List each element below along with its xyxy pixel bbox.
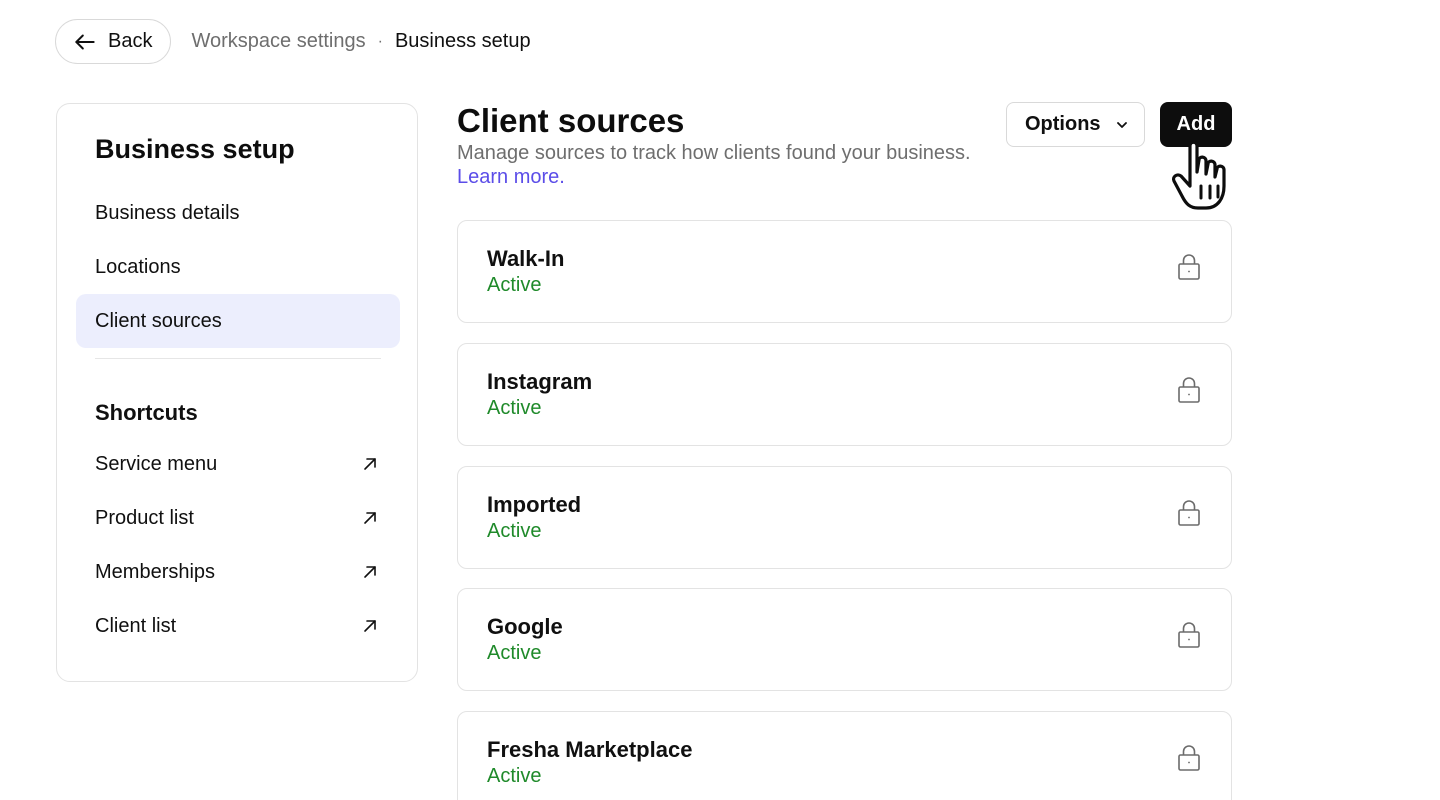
source-card-walk-in[interactable]: Walk-In Active [457, 220, 1232, 323]
breadcrumb-separator: · [377, 32, 383, 50]
page-subtitle: Manage sources to track how clients foun… [457, 142, 971, 164]
options-label: Options [1025, 113, 1101, 135]
shortcut-label: Memberships [95, 560, 216, 583]
source-card-instagram[interactable]: Instagram Active [457, 343, 1232, 446]
source-status: Active [487, 765, 542, 787]
source-status: Active [487, 274, 542, 296]
chevron-down-icon [1116, 121, 1127, 128]
source-status: Active [487, 520, 542, 542]
back-label: Back [108, 30, 153, 52]
shortcut-label: Product list [95, 506, 194, 529]
sidebar-item-label: Client sources [95, 309, 222, 332]
sidebar-item-label: Business details [95, 201, 240, 224]
lock-icon [1178, 745, 1200, 771]
lock-icon [1178, 622, 1200, 648]
options-dropdown-button[interactable]: Options [1006, 102, 1145, 147]
external-link-arrow-icon [364, 620, 376, 632]
source-card-fresha-marketplace[interactable]: Fresha Marketplace Active [457, 711, 1232, 800]
shortcut-service-menu[interactable]: Service menu [76, 439, 400, 489]
source-name: Google [487, 614, 563, 639]
learn-more-link[interactable]: Learn more. [457, 166, 565, 189]
source-name: Fresha Marketplace [487, 737, 693, 762]
external-link-arrow-icon [364, 458, 376, 470]
shortcut-label: Service menu [95, 452, 218, 475]
breadcrumb-parent[interactable]: Workspace settings [191, 30, 365, 53]
source-name: Walk-In [487, 246, 565, 271]
sidebar-item-label: Locations [95, 255, 181, 278]
shortcut-product-list[interactable]: Product list [76, 493, 400, 543]
external-link-arrow-icon [364, 566, 376, 578]
settings-sidebar: Business setup Business details Location… [56, 103, 418, 682]
source-name: Imported [487, 492, 582, 517]
lock-icon [1178, 254, 1200, 280]
shortcut-label: Client list [95, 614, 177, 637]
sidebar-item-locations[interactable]: Locations [76, 240, 400, 294]
add-label: Add [1176, 113, 1216, 135]
shortcut-client-list[interactable]: Client list [76, 601, 400, 651]
breadcrumb-current: Business setup [394, 30, 531, 52]
hand-pointer-cursor-icon [1171, 140, 1226, 210]
source-status: Active [487, 397, 542, 419]
breadcrumb: Workspace settings · Business setup [191, 30, 530, 53]
external-link-arrow-icon [364, 512, 376, 524]
topbar: Back Workspace settings · Business setup [55, 19, 531, 64]
lock-icon [1178, 500, 1200, 526]
sidebar-item-client-sources[interactable]: Client sources [76, 294, 400, 348]
source-card-google[interactable]: Google Active [457, 588, 1232, 691]
page-title: Client sources [457, 102, 685, 139]
arrow-left-icon [75, 34, 95, 49]
sidebar-title: Business setup [95, 134, 295, 164]
shortcut-memberships[interactable]: Memberships [76, 547, 400, 597]
source-card-imported[interactable]: Imported Active [457, 466, 1232, 569]
lock-icon [1178, 377, 1200, 403]
source-status: Active [487, 642, 542, 664]
page: Back Workspace settings · Business setup… [0, 0, 1440, 800]
shortcuts-title: Shortcuts [95, 400, 198, 425]
source-name: Instagram [487, 369, 593, 394]
back-button[interactable]: Back [55, 19, 172, 64]
sidebar-divider [95, 358, 381, 359]
sidebar-item-business-details[interactable]: Business details [76, 186, 400, 240]
